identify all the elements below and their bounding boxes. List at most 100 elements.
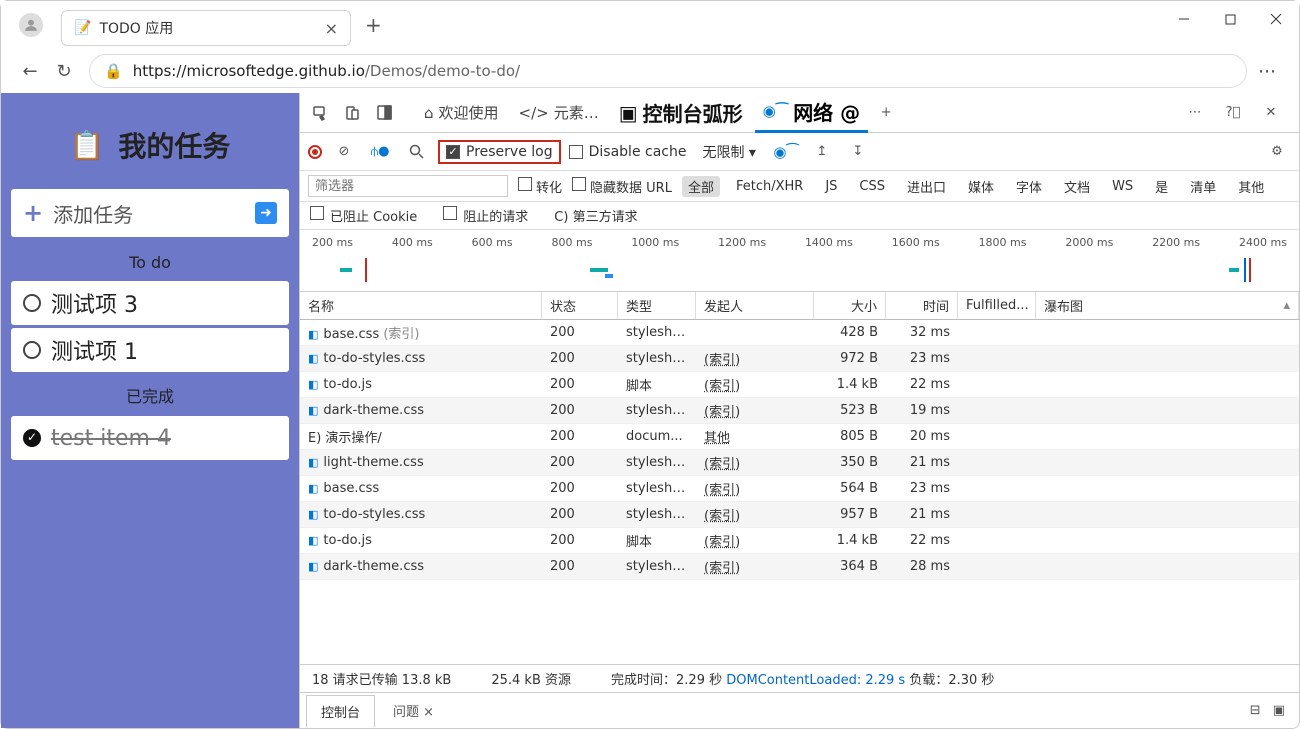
file-icon: ◧ <box>308 404 318 417</box>
network-row[interactable]: E) 演示操作/200docum...其他805 B20 ms <box>300 424 1299 450</box>
task-item[interactable]: 测试项 3 <box>11 281 289 325</box>
filter-wasm[interactable]: 是 <box>1149 176 1174 197</box>
tab-network[interactable]: ◉⁀网络 @ <box>755 93 868 133</box>
todo-app: 📋 我的任务 + 添加任务 ➜ To do 测试项 3测试项 1 已完成 tes… <box>1 93 299 728</box>
filter-all[interactable]: 全部 <box>682 176 720 197</box>
network-row[interactable]: ◧light-theme.css200styleshe...(索引)350 B2… <box>300 450 1299 476</box>
url-input[interactable]: 🔒 https://microsoftedge.github.io/Demos/… <box>89 54 1247 88</box>
network-row[interactable]: ◧dark-theme.css200styleshe...(索引)364 B28… <box>300 554 1299 580</box>
filter-other[interactable]: 其他 <box>1232 176 1270 197</box>
task-item[interactable]: 测试项 1 <box>11 328 289 372</box>
file-icon: ◧ <box>308 482 318 495</box>
drawer-dock-icon[interactable]: ▣ <box>1273 703 1285 718</box>
file-icon: ◧ <box>308 378 318 391</box>
network-row[interactable]: ◧dark-theme.css200styleshe...(索引)523 B19… <box>300 398 1299 424</box>
drawer-expand-icon[interactable]: ⊟ <box>1250 703 1261 718</box>
col-initiator[interactable]: 发起人 <box>696 292 814 319</box>
todo-section-label: To do <box>7 245 293 278</box>
profile-avatar[interactable] <box>19 13 43 37</box>
drawer-tab-issues[interactable]: 问题 × <box>379 695 448 726</box>
col-status[interactable]: 状态 <box>542 292 618 319</box>
submit-arrow-icon[interactable]: ➜ <box>255 202 277 224</box>
network-row[interactable]: ◧base.css200styleshe...(索引)564 B23 ms <box>300 476 1299 502</box>
back-button[interactable]: ← <box>13 54 47 88</box>
col-type[interactable]: 类型 <box>618 292 696 319</box>
filter-img[interactable]: 进出口 <box>901 176 952 197</box>
col-fulfilled[interactable]: Fulfilled... <box>958 292 1036 319</box>
network-row[interactable]: ◧to-do-styles.css200styleshe...(索引)972 B… <box>300 346 1299 372</box>
sort-arrow-icon: ▴ <box>1283 298 1290 313</box>
device-icon[interactable] <box>338 99 366 127</box>
filter-toggle-icon[interactable]: ⫛● <box>366 138 394 166</box>
wifi-icon: ◉⁀ <box>763 102 789 120</box>
col-name[interactable]: 名称 <box>300 292 542 319</box>
add-task-input[interactable]: + 添加任务 ➜ <box>11 189 289 237</box>
export-icon[interactable]: ↧ <box>844 138 872 166</box>
network-filters-row2: 已阻止 Cookie 阻止的请求 C) 第三方请求 <box>300 202 1299 230</box>
minimize-button[interactable] <box>1161 1 1207 37</box>
filter-doc[interactable]: 文档 <box>1058 176 1096 197</box>
network-filters-row1: 转化 隐藏数据 URL 全部 Fetch/XHR JS CSS 进出口 媒体 字… <box>300 171 1299 202</box>
browser-tab[interactable]: 📝 TODO 应用 × <box>61 10 351 46</box>
search-icon[interactable] <box>402 138 430 166</box>
network-table-body[interactable]: ◧base.css (索引)200styleshe...428 B32 ms◧t… <box>300 320 1299 664</box>
refresh-button[interactable]: ↻ <box>47 54 81 88</box>
drawer-tab-console[interactable]: 控制台 <box>306 695 375 727</box>
disable-cache-checkbox[interactable]: Disable cache <box>569 144 687 160</box>
circle-icon[interactable] <box>23 341 41 359</box>
close-devtools-icon[interactable]: ✕ <box>1257 99 1285 127</box>
filter-js[interactable]: JS <box>819 178 843 195</box>
network-row[interactable]: ◧to-do-styles.css200styleshe...(索引)957 B… <box>300 502 1299 528</box>
inspect-icon[interactable] <box>306 99 334 127</box>
devtools-menu-icon[interactable]: ⋯ <box>1181 99 1209 127</box>
network-summary: 18 请求已传输 13.8 kB 25.4 kB 资源 完成时间：2.29 秒 … <box>300 664 1299 692</box>
file-icon: ◧ <box>308 456 318 469</box>
tab-title: TODO 应用 <box>99 18 173 38</box>
col-size[interactable]: 大小 <box>814 292 886 319</box>
filter-ws[interactable]: WS <box>1106 178 1139 195</box>
network-row[interactable]: ◧to-do.js200脚本(索引)1.4 kB22 ms <box>300 528 1299 554</box>
file-icon: ◧ <box>308 534 318 547</box>
browser-menu-button[interactable]: ⋯ <box>1247 61 1287 82</box>
dock-icon[interactable] <box>370 99 398 127</box>
tab-welcome[interactable]: ⌂欢迎使用 <box>416 93 507 133</box>
circle-icon[interactable] <box>23 294 41 312</box>
task-item-done[interactable]: test item 4 <box>11 416 289 460</box>
filter-manifest[interactable]: 清单 <box>1184 176 1222 197</box>
url-host: https://microsoftedge.github.io <box>133 62 365 80</box>
filter-input[interactable] <box>308 175 508 197</box>
third-party-label[interactable]: C) 第三方请求 <box>554 206 637 225</box>
close-tab-icon[interactable]: × <box>325 19 338 38</box>
network-row[interactable]: ◧to-do.js200脚本(索引)1.4 kB22 ms <box>300 372 1299 398</box>
network-conditions-icon[interactable]: ◉⁀ <box>772 138 800 166</box>
invert-checkbox[interactable]: 转化 <box>518 177 562 196</box>
record-button[interactable] <box>308 145 322 159</box>
preserve-log-checkbox[interactable]: ✓Preserve log <box>438 140 561 164</box>
network-row[interactable]: ◧base.css (索引)200styleshe...428 B32 ms <box>300 320 1299 346</box>
help-icon[interactable]: ?⃝ <box>1219 99 1247 127</box>
throttle-select[interactable]: 无限制 ▾ <box>694 140 763 164</box>
tab-elements[interactable]: </>元素… <box>511 93 607 133</box>
maximize-button[interactable] <box>1207 1 1253 37</box>
settings-gear-icon[interactable]: ⚙ <box>1263 138 1291 166</box>
file-icon: ◧ <box>308 560 318 573</box>
lock-icon: 🔒 <box>104 62 123 80</box>
hide-data-url-checkbox[interactable]: 隐藏数据 URL <box>572 177 672 196</box>
close-window-button[interactable] <box>1253 1 1299 37</box>
col-time[interactable]: 时间 <box>886 292 958 319</box>
filter-fetch[interactable]: Fetch/XHR <box>730 178 809 195</box>
check-circle-icon[interactable] <box>23 429 41 447</box>
new-tab-button[interactable]: + <box>365 13 382 37</box>
clear-button[interactable]: ⊘ <box>330 138 358 166</box>
blocked-requests-checkbox[interactable]: 阻止的请求 <box>443 206 528 225</box>
filter-css[interactable]: CSS <box>853 178 891 195</box>
filter-font[interactable]: 字体 <box>1010 176 1048 197</box>
tab-console[interactable]: ▣控制台弧形 <box>611 93 751 133</box>
network-timeline[interactable]: 200 ms400 ms600 ms800 ms1000 ms1200 ms14… <box>300 230 1299 292</box>
address-bar: ← ↻ 🔒 https://microsoftedge.github.io/De… <box>1 49 1299 93</box>
blocked-cookies-checkbox[interactable]: 已阻止 Cookie <box>310 206 417 225</box>
filter-media[interactable]: 媒体 <box>962 176 1000 197</box>
import-icon[interactable]: ↥ <box>808 138 836 166</box>
col-waterfall[interactable]: 瀑布图▴ <box>1036 292 1299 319</box>
more-tabs-button[interactable]: + <box>872 99 900 127</box>
